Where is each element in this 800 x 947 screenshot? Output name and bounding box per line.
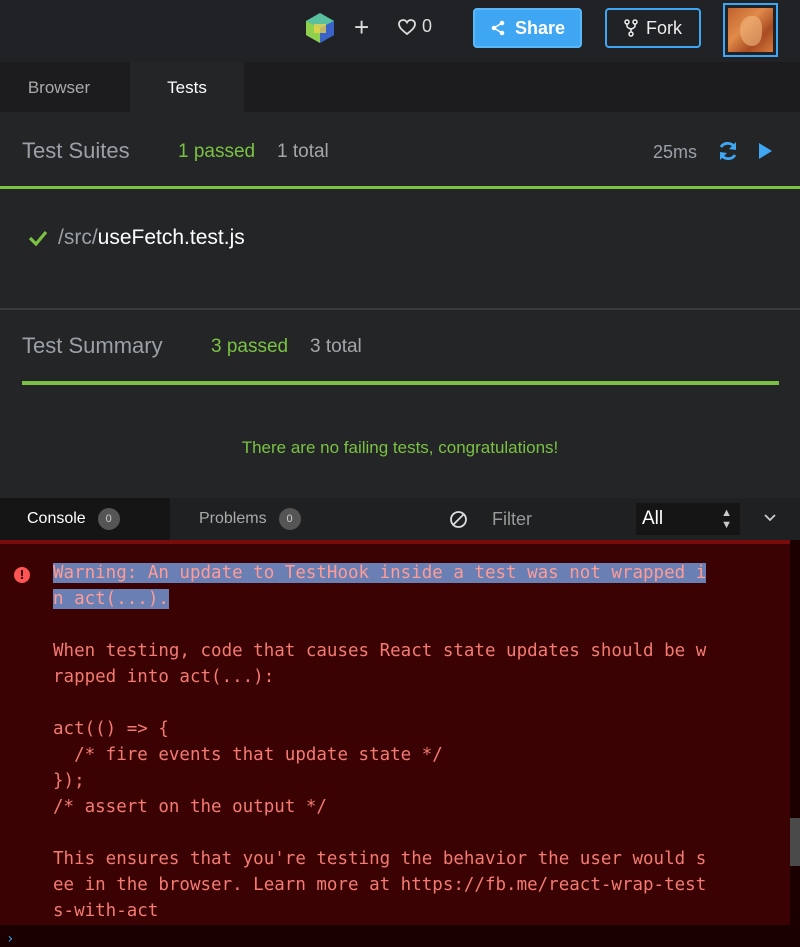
console-error-message[interactable]: ! Warning: An update to TestHook inside …: [0, 544, 790, 925]
tab-console-label: Console: [27, 510, 86, 527]
fork-icon: [624, 19, 638, 37]
fork-label: Fork: [646, 17, 682, 38]
test-file-row[interactable]: /src/useFetch.test.js: [28, 226, 245, 250]
test-summary-total: 3 total: [310, 336, 362, 357]
tests-panel: Test Suites 1 passed 1 total 25ms /src/u…: [0, 112, 800, 498]
test-file-name: useFetch.test.js: [97, 226, 245, 249]
preview-tabs: Browser Tests: [0, 62, 800, 112]
avatar-image: [728, 8, 773, 52]
console-output: ! Warning: An update to TestHook inside …: [0, 540, 800, 947]
test-summary-title: Test Summary: [22, 333, 163, 358]
filter-input[interactable]: [480, 504, 620, 534]
divider: [0, 308, 800, 310]
user-avatar[interactable]: [723, 3, 778, 57]
tab-console[interactable]: Console 0: [0, 498, 170, 540]
log-level-value: All: [642, 508, 664, 529]
summary-progress-bar: [22, 381, 779, 385]
share-icon: [491, 20, 505, 36]
test-suites-title: Test Suites: [22, 138, 130, 163]
play-icon[interactable]: [757, 142, 773, 160]
problems-count-badge: 0: [278, 508, 301, 530]
test-summary-passed: 3 passed: [211, 336, 289, 357]
clear-console-icon[interactable]: [449, 510, 468, 529]
tab-browser[interactable]: Browser: [0, 62, 118, 112]
share-label: Share: [514, 17, 566, 38]
tab-tests[interactable]: Tests: [130, 62, 244, 112]
suites-progress-bar: [0, 186, 800, 189]
tab-problems[interactable]: Problems 0: [199, 498, 301, 540]
error-warning-selected: Warning: An update to TestHook inside a …: [53, 563, 707, 609]
like-count: 0: [422, 16, 433, 36]
test-file-dir: /src/: [58, 226, 98, 249]
refresh-icon[interactable]: [716, 139, 740, 163]
test-duration: 25ms: [653, 142, 698, 162]
like-button[interactable]: 0: [398, 16, 432, 37]
scrollbar-thumb[interactable]: [790, 818, 800, 866]
console-prompt[interactable]: ›: [6, 931, 14, 947]
heart-icon: [398, 18, 416, 35]
console-count-badge: 0: [97, 508, 120, 530]
check-icon: [28, 230, 48, 246]
no-failures-message: There are no failing tests, congratulati…: [241, 438, 559, 457]
error-details: When testing, code that causes React sta…: [53, 641, 707, 921]
fork-button[interactable]: Fork: [605, 8, 701, 48]
add-icon[interactable]: +: [354, 12, 369, 42]
chevron-down-icon[interactable]: [763, 511, 777, 525]
tab-problems-label: Problems: [199, 510, 267, 527]
share-button[interactable]: Share: [473, 8, 582, 48]
select-arrows-icon: ▲ ▼: [721, 507, 732, 531]
codesandbox-logo-icon[interactable]: [302, 11, 338, 45]
console-header: Console 0 Problems 0 All ▲▼: [0, 498, 800, 540]
log-level-select[interactable]: All ▲ ▼: [636, 503, 740, 535]
top-bar: + 0 Share Fork: [0, 0, 800, 62]
test-suites-passed: 1 passed: [178, 141, 256, 162]
test-suites-header: Test Suites 1 passed 1 total 25ms: [0, 112, 800, 188]
scrollbar-track[interactable]: [790, 544, 800, 925]
test-suites-total: 1 total: [277, 141, 329, 162]
error-text[interactable]: Warning: An update to TestHook inside a …: [53, 560, 707, 924]
error-icon: !: [14, 567, 30, 583]
